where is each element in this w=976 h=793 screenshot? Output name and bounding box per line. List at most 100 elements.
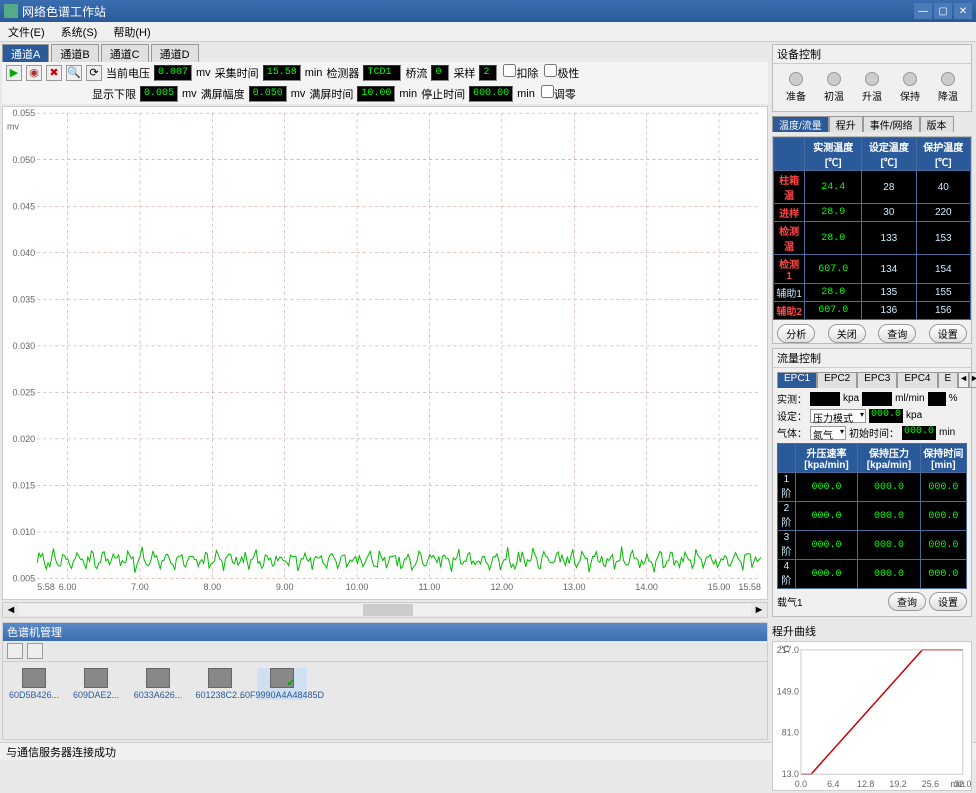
svg-text:8.00: 8.00 (204, 582, 222, 592)
svg-text:14.00: 14.00 (635, 582, 658, 592)
svg-text:6.4: 6.4 (827, 779, 839, 789)
file-item-1[interactable]: 609DAE2... (71, 668, 121, 700)
epc-tab-4[interactable]: E (938, 372, 959, 388)
scroll-left-icon[interactable]: ◄ (3, 604, 19, 616)
epc-tab-3[interactable]: EPC4 (897, 372, 937, 388)
close-button-panel[interactable]: 关闭 (828, 324, 866, 343)
file-item-2[interactable]: 6033A626... (133, 668, 183, 700)
maximize-button[interactable]: ▢ (934, 3, 952, 19)
carrier-label: 载气1 (777, 594, 803, 609)
bridge-label: 桥流 (405, 65, 427, 81)
bridge-value: 0 (431, 65, 449, 81)
deduct-checkbox[interactable] (503, 64, 516, 77)
svg-text:℃: ℃ (779, 644, 789, 654)
svg-text:6.00: 6.00 (59, 582, 77, 592)
flow-query-button[interactable]: 查询 (888, 592, 926, 611)
right-tab-1[interactable]: 程升 (829, 116, 863, 132)
stop-time-label: 停止时间 (421, 86, 465, 102)
menu-help[interactable]: 帮助(H) (105, 22, 158, 42)
svg-text:0.030: 0.030 (13, 341, 36, 351)
query-button[interactable]: 查询 (878, 324, 916, 343)
deduct-checkbox-label: 扣除 (501, 64, 538, 81)
record-icon[interactable]: ◉ (26, 65, 42, 81)
lower-toolbar-btn-1[interactable] (7, 643, 23, 659)
init-time-label: 初始时间： (849, 425, 899, 440)
svg-text:0.055: 0.055 (13, 108, 36, 118)
device-control-panel: 设备控制 准备初温升温保持降温 (772, 44, 972, 112)
svg-text:min: min (950, 779, 964, 789)
svg-text:0.045: 0.045 (13, 201, 36, 211)
right-tab-3[interactable]: 版本 (920, 116, 954, 132)
zoom-icon[interactable]: 🔍 (66, 65, 82, 81)
file-item-4[interactable]: 60F9990A4A48485D (257, 668, 307, 700)
svg-text:25.6: 25.6 (922, 779, 939, 789)
epc-tab-0[interactable]: EPC1 (777, 372, 817, 388)
measured-mlmin (862, 392, 892, 406)
current-voltage-label: 当前电压 (106, 65, 150, 81)
menu-file[interactable]: 文件(E) (0, 22, 53, 42)
minimize-button[interactable]: — (914, 3, 932, 19)
right-tab-2[interactable]: 事件/网络 (863, 116, 920, 132)
window-title: 网络色谱工作站 (22, 3, 914, 20)
channel-tab-3[interactable]: 通道D (151, 44, 199, 62)
temp-curve-chart: 13.081.0149.0217.00.06.412.819.225.632.0… (772, 641, 972, 791)
low-limit-label: 显示下限 (92, 86, 136, 102)
svg-text:0.005: 0.005 (13, 573, 36, 583)
svg-text:10.00: 10.00 (346, 582, 369, 592)
full-amp-value[interactable]: 0.050 (249, 86, 287, 102)
lower-toolbar-btn-2[interactable] (27, 643, 43, 659)
low-limit-value[interactable]: 0.005 (140, 86, 178, 102)
svg-text:mv: mv (7, 121, 19, 131)
gas-select[interactable]: 氮气 (810, 426, 846, 440)
channel-tabs: 通道A通道B通道C通道D (2, 44, 768, 62)
status-light-3: 保持 (900, 72, 920, 103)
menu-system[interactable]: 系统(S) (53, 22, 106, 42)
svg-text:0.035: 0.035 (13, 294, 36, 304)
refresh-icon[interactable]: ⟳ (86, 65, 102, 81)
set-button[interactable]: 设置 (929, 324, 967, 343)
scroll-right-icon[interactable]: ► (751, 604, 767, 616)
polarity-checkbox-label: 极性 (542, 64, 579, 81)
epc-tab-1[interactable]: EPC2 (817, 372, 857, 388)
flow-control-title: 流量控制 (773, 349, 971, 368)
analyze-button[interactable]: 分析 (777, 324, 815, 343)
delete-icon[interactable]: ✖ (46, 65, 62, 81)
svg-text:12.8: 12.8 (857, 779, 874, 789)
scroll-thumb[interactable] (363, 604, 413, 616)
polarity-checkbox[interactable] (544, 64, 557, 77)
channel-tab-1[interactable]: 通道B (51, 44, 98, 62)
svg-text:0.025: 0.025 (13, 387, 36, 397)
flow-set-button[interactable]: 设置 (929, 592, 967, 611)
chromatograph-manager: 色谱机管理 60D5B426...609DAE2...6033A626...60… (2, 622, 768, 740)
epc-nav-1[interactable]: ► (969, 372, 976, 388)
temp-curve-title: 程升曲线 (772, 621, 972, 641)
status-light-1: 初温 (824, 72, 844, 103)
chart-scrollbar[interactable]: ◄ ► (2, 602, 768, 618)
channel-tab-0[interactable]: 通道A (2, 44, 49, 62)
close-button[interactable]: ✕ (954, 3, 972, 19)
flow-control-panel: 流量控制 EPC1EPC2EPC3EPC4E◄► 实测： kpa ml/min … (772, 348, 972, 617)
toolbar-row-1: ▶ ◉ ✖ 🔍 ⟳ 当前电压 0.007 mv 采集时间 15.58 min 检… (2, 62, 768, 83)
file-item-0[interactable]: 60D5B426... (9, 668, 59, 700)
screen-time-value[interactable]: 10.00 (357, 86, 395, 102)
right-tab-0[interactable]: 温度/流量 (772, 116, 829, 132)
epc-tab-2[interactable]: EPC3 (857, 372, 897, 388)
svg-text:0.010: 0.010 (13, 527, 36, 537)
full-amp-label: 满屏幅度 (201, 86, 245, 102)
play-icon[interactable]: ▶ (6, 65, 22, 81)
status-light-4: 降温 (938, 72, 958, 103)
svg-text:15.00: 15.00 (708, 582, 731, 592)
svg-text:7.00: 7.00 (131, 582, 149, 592)
setting-value[interactable]: 000.0 (869, 409, 903, 423)
main-chart[interactable]: 0.0050.0100.0150.0200.0250.0300.0350.040… (2, 106, 768, 600)
channel-tab-2[interactable]: 通道C (101, 44, 149, 62)
stop-time-value[interactable]: 600.00 (469, 86, 513, 102)
mv-unit: mv (196, 67, 211, 79)
zero-checkbox[interactable] (541, 85, 554, 98)
init-time-value[interactable]: 000.0 (902, 426, 936, 440)
file-item-3[interactable]: 601238C2... (195, 668, 245, 700)
epc-nav-0[interactable]: ◄ (958, 372, 969, 388)
status-text: 与通信服务器连接成功 (6, 744, 116, 760)
pressure-mode-select[interactable]: 压力模式 (810, 409, 866, 423)
svg-text:13.00: 13.00 (563, 582, 586, 592)
